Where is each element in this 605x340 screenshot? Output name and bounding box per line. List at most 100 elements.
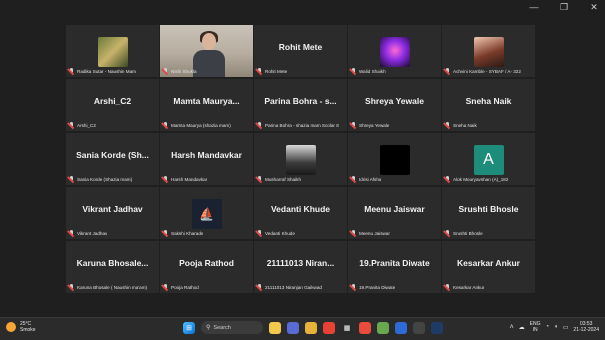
participant-tile[interactable]: Vikrant Jadhav Vikrant Jadhav — [66, 187, 159, 239]
mic-off-icon — [257, 176, 262, 182]
mic-off-icon — [69, 284, 74, 290]
mic-off-icon — [445, 284, 450, 290]
participant-tile[interactable]: 19.Pranita Diwate 19.Pranita Diwate — [348, 241, 441, 293]
participant-tile[interactable]: Karuna Bhosale... Karuna Bhosale ( Naushi… — [66, 241, 159, 293]
mic-off-icon — [257, 230, 262, 236]
participant-tile[interactable]: 21111013 Niran... 21111013 Niranjan Gaikw… — [254, 241, 347, 293]
mic-off-icon — [69, 176, 74, 182]
restore-button[interactable]: ❐ — [557, 2, 571, 13]
participant-name-bar: Parina Bohra - shazia mam Scolar 8 — [257, 122, 344, 128]
weather-widget[interactable]: 25°C Smoke — [6, 321, 36, 333]
participant-name-bar: Arshi_C2 — [69, 122, 156, 128]
start-button[interactable]: ⊞ — [183, 321, 195, 334]
store-icon[interactable]: ▦ — [341, 321, 353, 334]
participant-name-bar: Mamta Maurya (shazia mam) — [163, 122, 250, 128]
participant-tile[interactable]: Sneha Naik Sneha Naik — [442, 79, 535, 131]
clock[interactable]: 03:53 21-12-2024 — [573, 321, 599, 333]
participant-tile[interactable]: Kesarkar Ankur Kesarkar Ankur — [442, 241, 535, 293]
participant-avatar — [285, 145, 316, 175]
participant-name: Sania Korde (Shazia mam) — [77, 176, 133, 182]
participant-avatar: ⛵ — [191, 199, 222, 229]
mic-off-icon — [445, 68, 450, 74]
participant-tile[interactable]: Achvini Kamble - SYBAF / A- 322 — [442, 25, 535, 77]
participant-display-name: Pooja Rathod — [179, 258, 234, 268]
participant-name-bar: Srushti Bhosle — [445, 230, 532, 236]
file-explorer-icon[interactable] — [305, 321, 317, 334]
participant-name-bar: Kesarkar Ankur — [445, 284, 532, 290]
participant-name-bar: Rohit Mete — [257, 68, 344, 74]
participant-tile[interactable]: Rohit Mete Rohit Mete — [254, 25, 347, 77]
participant-tile[interactable]: Vedanti Khude Vedanti Khude — [254, 187, 347, 239]
weather-icon — [6, 322, 16, 332]
close-button[interactable]: ✕ — [587, 2, 601, 13]
language-indicator[interactable]: ENG IN — [530, 321, 541, 333]
participant-tile[interactable]: Idrisi Afsha — [348, 133, 441, 185]
meet-icon[interactable] — [431, 321, 443, 334]
network-icon[interactable]: ☁ — [519, 324, 525, 331]
participant-tile[interactable]: A Alok Mouryavshan (A)_182 — [442, 133, 535, 185]
app-icon-blue[interactable] — [395, 321, 407, 334]
participant-tile[interactable]: Mamta Maurya... Mamta Maurya (shazia mam) — [160, 79, 253, 131]
mic-off-icon — [351, 68, 356, 74]
participant-tile[interactable]: Arshi_C2 Arshi_C2 — [66, 79, 159, 131]
copilot-icon[interactable] — [287, 321, 299, 334]
widgets-icon[interactable] — [269, 321, 281, 334]
mic-off-icon — [163, 284, 168, 290]
mic-off-icon — [257, 284, 262, 290]
participant-tile[interactable]: Pooja Rathod Pooja Rathod — [160, 241, 253, 293]
taskbar-search[interactable]: ⚲ Search — [201, 321, 263, 334]
participant-display-name: Meenu Jaiswar — [364, 204, 425, 214]
participant-tile[interactable]: Radika Sutar - Naushin Mam — [66, 25, 159, 77]
participant-display-name: Karuna Bhosale... — [76, 258, 149, 268]
participant-name-bar: Vikrant Jadhav — [69, 230, 156, 236]
participant-name-bar: Achvini Kamble - SYBAF / A- 322 — [445, 68, 532, 74]
participant-tile[interactable]: Harsh Mandavkar Harsh Mandavkar — [160, 133, 253, 185]
participant-display-name: Shreya Yewale — [365, 96, 424, 106]
title-bar: — ❐ ✕ — [0, 0, 605, 18]
participant-display-name: Rohit Mete — [278, 42, 323, 52]
taskbar: 25°C Smoke ⊞ ⚲ Search ▦ ˄ ☁ ENG IN ◔ ◖ ▭… — [0, 317, 605, 340]
participant-tile[interactable]: Shreya Yewale Shreya Yewale — [348, 79, 441, 131]
participant-name: Musharraf Shaikh — [265, 176, 302, 182]
participant-name-bar: Sneha Naik — [445, 122, 532, 128]
minimize-button[interactable]: — — [527, 2, 541, 13]
participant-tile[interactable]: Nishi Shukla — [160, 25, 253, 77]
participant-name: Rohit Mete — [265, 68, 288, 74]
participant-display-name: Srushti Bhosle — [458, 204, 519, 214]
participant-avatar — [379, 37, 410, 67]
mic-off-icon — [163, 176, 168, 182]
app-icon-gray[interactable] — [413, 321, 425, 334]
app-icon-green[interactable] — [377, 321, 389, 334]
participant-tile[interactable]: Srushti Bhosle Srushti Bhosle — [442, 187, 535, 239]
chevron-up-icon[interactable]: ˄ — [510, 324, 514, 331]
participant-name-bar: Shreya Yewale — [351, 122, 438, 128]
volume-icon[interactable]: ◖ — [554, 324, 558, 330]
battery-icon[interactable]: ▭ — [563, 324, 569, 331]
participant-name: 19.Pranita Diwate — [359, 284, 396, 290]
weather-desc: Smoke — [20, 327, 36, 333]
participant-tile[interactable]: Meenu Jaiswar Meenu Jaiswar — [348, 187, 441, 239]
chrome-icon[interactable] — [323, 321, 335, 334]
wifi-icon[interactable]: ◔ — [546, 324, 550, 330]
participant-display-name: Kesarkar Ankur — [457, 258, 520, 268]
participant-tile[interactable]: ⛵ Sakshi Kharade — [160, 187, 253, 239]
participant-name: Nishi Shukla — [171, 68, 197, 74]
app-icon-red[interactable] — [359, 321, 371, 334]
participant-name-bar: Nishi Shukla — [163, 68, 250, 74]
participant-name-bar: Karuna Bhosale ( Naushin ma'am) — [69, 284, 156, 290]
participant-name: Walid Shaikh — [359, 68, 386, 74]
participant-name-bar: Meenu Jaiswar — [351, 230, 438, 236]
participant-tile[interactable]: Musharraf Shaikh — [254, 133, 347, 185]
participant-display-name: Sneha Naik — [465, 96, 512, 106]
mic-off-icon — [163, 230, 168, 236]
participant-name: Achvini Kamble - SYBAF / A- 322 — [453, 68, 521, 74]
search-icon: ⚲ — [206, 325, 211, 331]
participant-name: Karuna Bhosale ( Naushin ma'am) — [77, 284, 148, 290]
participant-name-bar: Harsh Mandavkar — [163, 176, 250, 182]
participant-tile[interactable]: Walid Shaikh — [348, 25, 441, 77]
participant-display-name: Arshi_C2 — [93, 96, 132, 106]
participant-name: Meenu Jaiswar — [359, 230, 390, 236]
participant-tile[interactable]: Sania Korde (Sh... Sania Korde (Shazia ma… — [66, 133, 159, 185]
participant-tile[interactable]: Parina Bohra - s... Parina Bohra - shazia… — [254, 79, 347, 131]
participant-avatar: A — [473, 145, 504, 175]
